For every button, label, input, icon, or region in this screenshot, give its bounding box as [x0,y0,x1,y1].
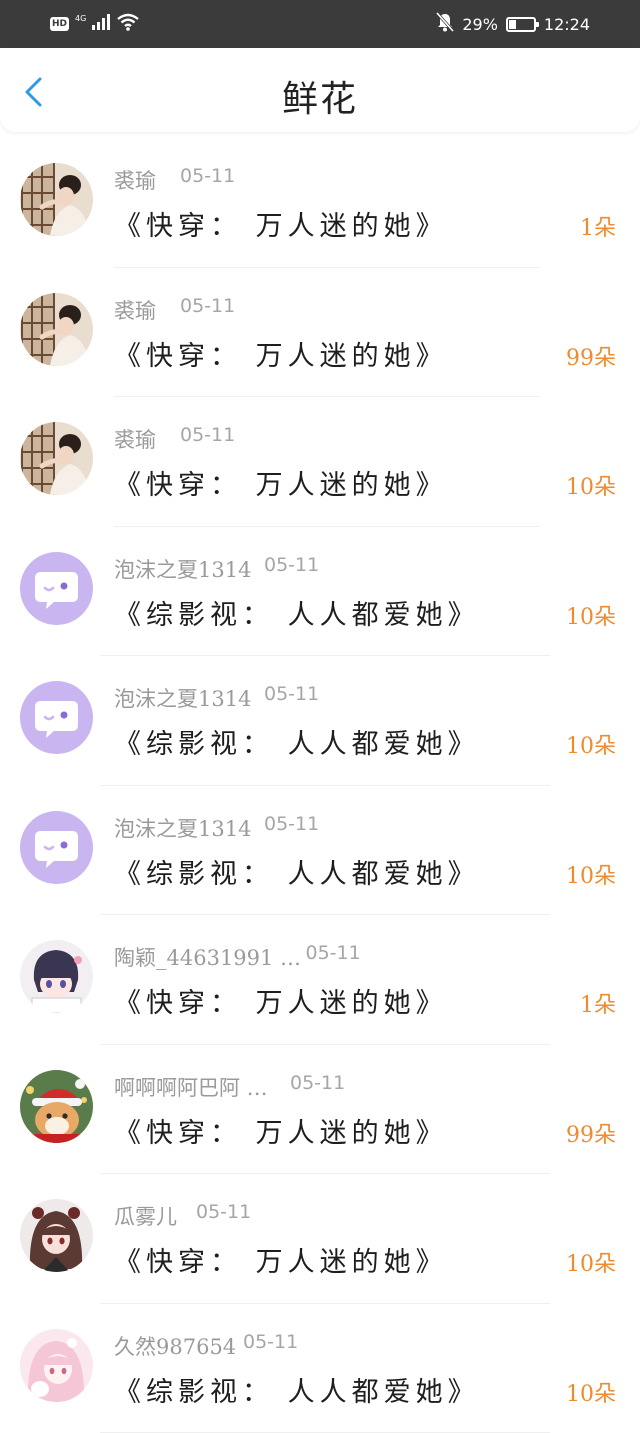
gift-date: 05-11 [180,424,235,446]
list-item[interactable]: 泡沫之夏131405-11《综影视： 人人都爱她》10朵 [0,656,640,786]
nav-bar: 鲜花 [0,48,640,132]
flower-count: 10朵 [566,599,616,631]
battery-icon [506,17,536,32]
book-title: 《快穿： 万人迷的她》 [114,334,448,373]
avatar-default-chat-icon[interactable] [20,681,93,754]
avatar-default-chat-icon[interactable] [20,811,93,884]
network-type: 4G [75,15,86,23]
hd-badge: HD [50,17,69,31]
battery-fill [509,20,516,29]
user-name: 久然987654 [114,1335,236,1359]
status-right: 29% 12:24 [436,12,590,36]
avatar-christmas-cat[interactable] [20,1070,93,1143]
item-meta: 泡沫之夏131405-11 [114,554,251,582]
flower-count: 10朵 [566,858,616,890]
user-name: 陶颖_44631991 … [114,946,301,970]
flower-count: 10朵 [566,1376,616,1408]
gift-date: 05-11 [180,295,235,317]
list-item[interactable]: 裘瑜05-11《快穿： 万人迷的她》99朵 [0,268,640,398]
avatar-photo-woman[interactable] [20,293,93,366]
gift-date: 05-11 [243,1331,298,1353]
book-title: 《快穿： 万人迷的她》 [114,204,448,243]
item-meta: 啊啊啊阿巴阿 …05-11 [114,1072,268,1100]
list-item[interactable]: 啊啊啊阿巴阿 …05-11《快穿： 万人迷的她》99朵 [0,1045,640,1175]
mute-bell-icon [436,12,454,36]
flower-count: 1朵 [580,987,616,1019]
avatar-anime-girl[interactable] [20,1199,93,1272]
book-title: 《快穿： 万人迷的她》 [114,1111,448,1150]
gift-date: 05-11 [290,1072,345,1094]
avatar-default-chat-icon[interactable] [20,552,93,625]
status-bar: HD 4G [0,0,640,48]
user-name: 泡沫之夏1314 [114,687,251,711]
item-meta: 久然98765405-11 [114,1331,236,1359]
status-left: HD 4G [50,13,140,35]
book-title: 《快穿： 万人迷的她》 [114,1240,448,1279]
list-item[interactable]: 裘瑜05-11《快穿： 万人迷的她》1朵 [0,138,640,268]
flower-count: 10朵 [566,469,616,501]
gift-date: 05-11 [264,683,319,705]
avatar-photo-woman[interactable] [20,422,93,495]
flower-count: 10朵 [566,1246,616,1278]
user-name: 泡沫之夏1314 [114,558,251,582]
user-name: 瓜雾儿 [114,1205,177,1229]
avatar-anime-boy[interactable] [20,940,93,1013]
gift-date: 05-11 [264,813,319,835]
flower-count: 99朵 [566,1117,616,1149]
book-title: 《综影视： 人人都爱她》 [114,852,480,891]
list-item[interactable]: 泡沫之夏131405-11《综影视： 人人都爱她》10朵 [0,786,640,916]
gift-date: 05-11 [180,165,235,187]
gift-date: 05-11 [306,942,361,964]
list-item[interactable]: 裘瑜05-11《快穿： 万人迷的她》10朵 [0,397,640,527]
flower-list: 裘瑜05-11《快穿： 万人迷的她》1朵裘瑜05-11《快穿： 万人迷的她》99… [0,138,640,1433]
book-title: 《快穿： 万人迷的她》 [114,981,448,1020]
flower-count: 1朵 [580,210,616,242]
book-title: 《综影视： 人人都爱她》 [114,722,480,761]
gift-date: 05-11 [264,554,319,576]
book-title: 《综影视： 人人都爱她》 [114,1370,480,1409]
item-meta: 泡沫之夏131405-11 [114,683,251,711]
battery-percent: 29% [462,15,498,34]
signal-icon [92,14,110,34]
wifi-icon [116,13,140,35]
item-meta: 裘瑜05-11 [114,424,156,452]
user-name: 裘瑜 [114,299,156,323]
gift-date: 05-11 [196,1201,251,1223]
user-name: 裘瑜 [114,169,156,193]
user-name: 裘瑜 [114,428,156,452]
user-name: 泡沫之夏1314 [114,817,251,841]
item-meta: 裘瑜05-11 [114,295,156,323]
list-item[interactable]: 瓜雾儿05-11《快穿： 万人迷的她》10朵 [0,1174,640,1304]
item-meta: 瓜雾儿05-11 [114,1201,177,1229]
flower-count: 10朵 [566,728,616,760]
list-item[interactable]: 陶颖_44631991 …05-11 《快穿： 万人迷的她》 1朵 [0,915,640,1045]
clock: 12:24 [544,15,590,34]
flower-count: 99朵 [566,340,616,372]
page-title: 鲜花 [0,70,640,122]
avatar-photo-woman[interactable] [20,163,93,236]
item-meta: 裘瑜05-11 [114,165,156,193]
user-name: 啊啊啊阿巴阿 … [114,1076,268,1100]
avatar-anime-girl-pink[interactable] [20,1329,93,1402]
book-title: 《快穿： 万人迷的她》 [114,463,448,502]
item-meta: 陶颖_44631991 …05-11 [114,942,301,970]
item-meta: 泡沫之夏131405-11 [114,813,251,841]
list-item[interactable]: 久然98765405-11《综影视： 人人都爱她》10朵 [0,1304,640,1433]
list-item[interactable]: 泡沫之夏131405-11《综影视： 人人都爱她》10朵 [0,527,640,657]
book-title: 《综影视： 人人都爱她》 [114,593,480,632]
